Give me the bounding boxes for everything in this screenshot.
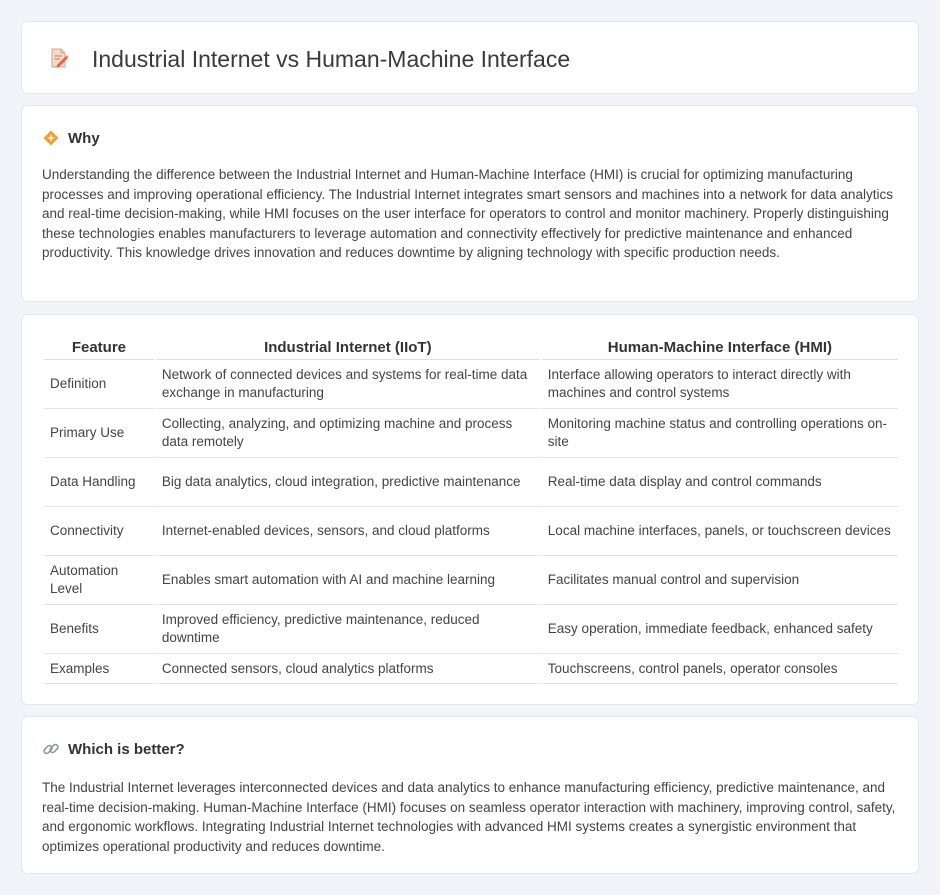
feature-cell: Benefits bbox=[44, 605, 154, 654]
header-feature: Feature bbox=[44, 335, 154, 360]
feature-cell: Connectivity bbox=[44, 507, 154, 556]
table-row: Examples Connected sensors, cloud analyt… bbox=[44, 654, 898, 684]
table-row: Primary Use Collecting, analyzing, and o… bbox=[44, 409, 898, 458]
iiot-cell: Big data analytics, cloud integration, p… bbox=[155, 458, 540, 507]
table-row: Definition Network of connected devices … bbox=[44, 360, 898, 409]
feature-cell: Examples bbox=[44, 654, 154, 684]
comparison-table: Feature Industrial Internet (IIoT) Human… bbox=[42, 335, 900, 684]
header-hmi: Human-Machine Interface (HMI) bbox=[541, 335, 898, 360]
comparison-table-card: Feature Industrial Internet (IIoT) Human… bbox=[21, 314, 919, 705]
which-is-better-section: Which is better? The Industrial Internet… bbox=[21, 716, 919, 874]
better-heading: Which is better? bbox=[42, 739, 185, 759]
feature-cell: Definition bbox=[44, 360, 154, 409]
hmi-cell: Easy operation, immediate feedback, enha… bbox=[541, 605, 898, 654]
better-text: The Industrial Internet leverages interc… bbox=[42, 780, 896, 854]
iiot-cell: Improved efficiency, predictive maintena… bbox=[155, 605, 540, 654]
link-icon bbox=[43, 743, 59, 755]
header-card: Industrial Internet vs Human-Machine Int… bbox=[21, 21, 919, 94]
hmi-cell: Interface allowing operators to interact… bbox=[541, 360, 898, 409]
why-title: Why bbox=[68, 129, 100, 147]
better-title: Which is better? bbox=[68, 740, 185, 758]
why-heading: Why bbox=[42, 128, 100, 148]
iiot-cell: Connected sensors, cloud analytics platf… bbox=[155, 654, 540, 684]
hmi-cell: Facilitates manual control and supervisi… bbox=[541, 556, 898, 605]
document-pencil-icon bbox=[51, 48, 69, 68]
feature-cell: Primary Use bbox=[44, 409, 154, 458]
iiot-cell: Internet-enabled devices, sensors, and c… bbox=[155, 507, 540, 556]
iiot-cell: Collecting, analyzing, and optimizing ma… bbox=[155, 409, 540, 458]
table-header-row: Feature Industrial Internet (IIoT) Human… bbox=[44, 335, 898, 360]
feature-cell: Data Handling bbox=[44, 458, 154, 507]
why-text: Understanding the difference between the… bbox=[42, 167, 893, 260]
iiot-cell: Network of connected devices and systems… bbox=[155, 360, 540, 409]
page-title: Industrial Internet vs Human-Machine Int… bbox=[92, 46, 571, 72]
diamond-sparkle-icon bbox=[43, 130, 59, 146]
why-section: Why Understanding the difference between… bbox=[21, 105, 919, 302]
table-row: Automation Level Enables smart automatio… bbox=[44, 556, 898, 605]
hmi-cell: Monitoring machine status and controllin… bbox=[541, 409, 898, 458]
table-row: Data Handling Big data analytics, cloud … bbox=[44, 458, 898, 507]
feature-cell: Automation Level bbox=[44, 556, 154, 605]
header-iiot: Industrial Internet (IIoT) bbox=[155, 335, 540, 360]
hmi-cell: Real-time data display and control comma… bbox=[541, 458, 898, 507]
table-row: Connectivity Internet-enabled devices, s… bbox=[44, 507, 898, 556]
hmi-cell: Touchscreens, control panels, operator c… bbox=[541, 654, 898, 684]
hmi-cell: Local machine interfaces, panels, or tou… bbox=[541, 507, 898, 556]
table-row: Benefits Improved efficiency, predictive… bbox=[44, 605, 898, 654]
iiot-cell: Enables smart automation with AI and mac… bbox=[155, 556, 540, 605]
